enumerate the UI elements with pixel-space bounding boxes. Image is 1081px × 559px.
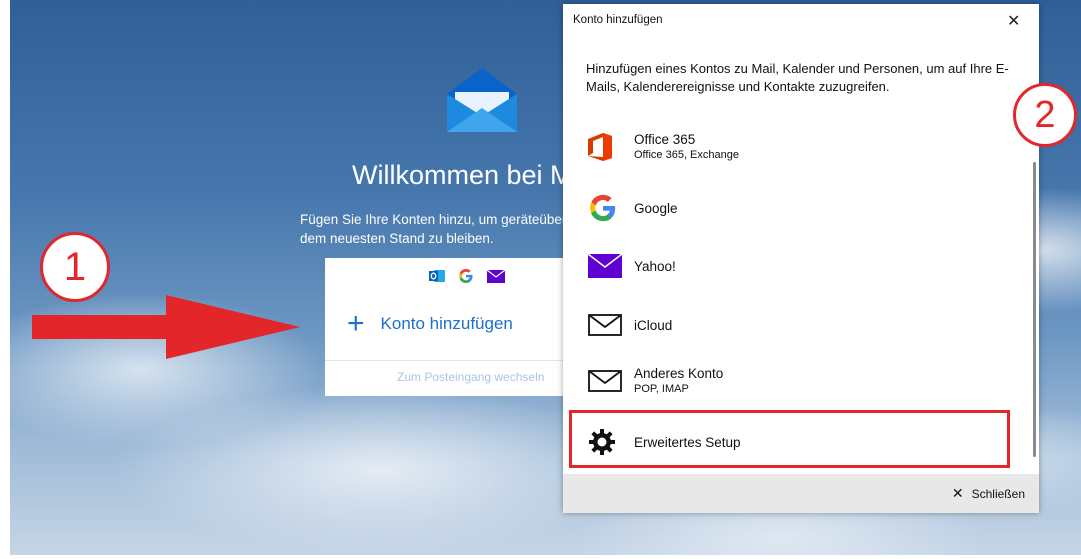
google-icon: [590, 194, 616, 222]
mail-app-logo: [447, 68, 517, 132]
google-icon: [459, 269, 473, 283]
office-icon: [588, 133, 612, 161]
provider-icons: [429, 268, 505, 284]
yahoo-icon: [487, 269, 505, 283]
dialog-intro: Hinzufügen eines Kontos zu Mail, Kalende…: [586, 61, 1009, 94]
card-divider: [325, 360, 565, 361]
account-option-icloud[interactable]: iCloud: [588, 309, 672, 341]
close-label: Schließen: [971, 486, 1025, 501]
callout-one: 1: [40, 232, 110, 302]
account-name: Anderes Konto: [634, 366, 724, 381]
add-account-dialog: Konto hinzufügen ✕ Hinzufügen eines Kont…: [563, 4, 1039, 513]
annotation-arrow-right: [32, 295, 300, 359]
close-icon: ✕: [951, 485, 964, 501]
description-line-1: Fügen Sie Ihre Konten hinzu, um geräteüb…: [300, 212, 565, 227]
plus-icon: +: [347, 307, 365, 340]
account-name: Yahoo!: [634, 258, 676, 274]
account-sub: Office 365, Exchange: [634, 149, 739, 161]
account-name: Office 365: [634, 132, 696, 147]
go-to-inbox-link[interactable]: Zum Posteingang wechseln: [397, 370, 544, 384]
envelope-icon: [588, 370, 622, 392]
yahoo-icon: [588, 254, 622, 278]
account-option-office365[interactable]: Office 365 Office 365, Exchange: [588, 131, 739, 163]
account-option-google[interactable]: Google: [588, 192, 678, 224]
outlook-icon: [429, 270, 445, 282]
dialog-footer: ✕ Schließen: [563, 474, 1039, 513]
account-option-other[interactable]: Anderes Konto POP, IMAP: [588, 365, 723, 397]
account-name: iCloud: [634, 317, 673, 333]
dialog-title: Konto hinzufügen: [573, 14, 663, 26]
welcome-title: Willkommen bei M: [352, 160, 572, 190]
left-edge: [0, 0, 10, 559]
description-line-2: dem neuesten Stand zu bleiben.: [300, 231, 494, 246]
scrollbar[interactable]: [1033, 162, 1036, 457]
annotation-highlight-box: [569, 410, 1010, 468]
bottom-edge: [0, 555, 1081, 559]
account-option-yahoo[interactable]: Yahoo!: [588, 250, 676, 282]
account-sub: POP, IMAP: [634, 383, 689, 395]
callout-two: 2: [1013, 83, 1077, 147]
add-account-card: + Konto hinzufügen Zum Posteingang wechs…: [325, 258, 565, 396]
close-button[interactable]: ✕ Schließen: [952, 485, 1025, 502]
envelope-icon: [588, 314, 622, 336]
account-name: Google: [634, 200, 678, 216]
welcome-description: Fügen Sie Ihre Konten hinzu, um geräteüb…: [300, 210, 565, 248]
close-icon[interactable]: ✕: [1007, 11, 1020, 31]
add-account-button[interactable]: + Konto hinzufügen: [347, 307, 513, 340]
add-account-label: Konto hinzufügen: [380, 314, 513, 333]
